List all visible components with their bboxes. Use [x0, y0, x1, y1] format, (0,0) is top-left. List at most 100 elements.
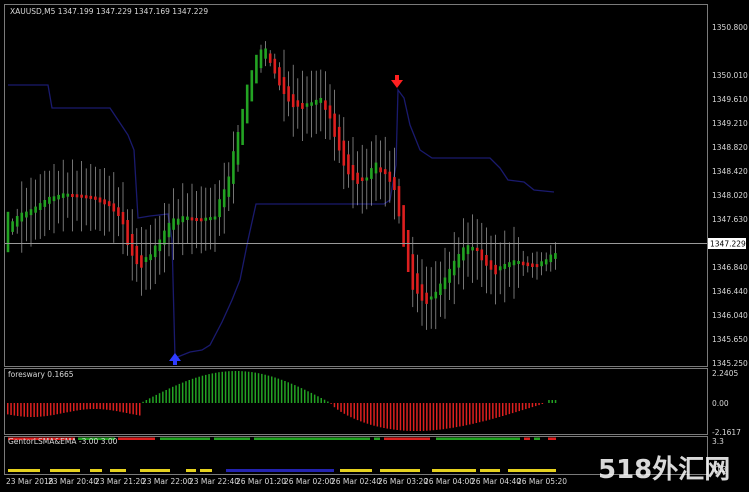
histogram-bar — [195, 377, 197, 403]
svg-text:1346.040: 1346.040 — [712, 311, 748, 320]
candle-body — [549, 254, 553, 263]
histogram-bar — [350, 403, 352, 418]
candle-body — [314, 99, 318, 105]
signal-bottom-segment — [508, 469, 556, 472]
histogram-bar — [271, 376, 273, 403]
histogram-bar — [343, 403, 346, 414]
histogram-bar — [142, 401, 144, 403]
candle-body — [15, 216, 19, 227]
candle-body — [508, 262, 511, 268]
histogram-bar — [228, 371, 230, 403]
candle-body — [218, 199, 221, 218]
histogram-bar — [340, 403, 342, 412]
histogram-bar — [155, 394, 157, 403]
candle-body — [374, 162, 378, 174]
candle-body — [255, 54, 258, 84]
histogram-bar — [337, 403, 339, 410]
histogram-bar — [498, 403, 501, 417]
candle-body — [98, 197, 102, 203]
histogram-bar — [528, 403, 530, 409]
candle-body — [190, 217, 194, 221]
candles — [6, 41, 557, 330]
svg-text:1346.840: 1346.840 — [712, 263, 748, 272]
candle-body — [57, 194, 60, 200]
candle-body — [452, 260, 456, 276]
histogram-bar — [201, 375, 204, 403]
histogram-bar — [373, 403, 375, 426]
histogram-bar — [102, 403, 105, 410]
candle-body — [213, 216, 217, 220]
histogram-bar — [221, 371, 223, 403]
histogram-bar — [393, 403, 395, 430]
histogram-bar — [10, 403, 12, 415]
signal-bottom-segment — [432, 469, 476, 472]
histogram-bar — [188, 380, 190, 403]
histogram-bar — [238, 371, 240, 403]
histogram-bar — [96, 403, 98, 409]
svg-text:23 Mar 22:00: 23 Mar 22:00 — [142, 477, 192, 486]
histogram-bar — [280, 379, 283, 403]
histogram-bar — [261, 373, 263, 403]
histogram-bar — [502, 403, 504, 416]
candle-body — [351, 165, 355, 181]
signal-bottom-segment — [186, 469, 196, 472]
histogram-bar — [409, 403, 412, 431]
signal-top-segment — [524, 437, 530, 440]
candle-body — [222, 189, 226, 208]
candle-body — [328, 105, 332, 119]
candle-body — [167, 222, 171, 238]
candle-body — [448, 268, 451, 283]
histogram-bar — [264, 374, 266, 403]
candle-body — [324, 100, 327, 110]
signal-top-segment — [118, 437, 155, 440]
histogram-bar — [439, 403, 441, 430]
histogram-bar — [284, 381, 286, 403]
histogram-bar — [327, 401, 329, 403]
histogram-bar — [23, 403, 25, 417]
histogram-bar — [112, 403, 115, 411]
histogram-bar — [185, 381, 187, 403]
histogram-bar — [63, 403, 65, 413]
histogram-bar — [548, 400, 550, 403]
buy-arrow-icon — [169, 353, 181, 365]
candle-body — [176, 218, 180, 225]
histogram-bar — [162, 391, 164, 403]
histogram-bar — [53, 403, 55, 415]
histogram-bar — [20, 403, 22, 417]
histogram-bar — [294, 385, 296, 403]
histogram-bar — [429, 403, 431, 431]
signal-top-segment — [534, 437, 540, 440]
svg-text:3.3: 3.3 — [712, 437, 724, 446]
candle-body — [402, 205, 405, 247]
signal-bottom-segment — [8, 469, 40, 472]
candle-body — [554, 253, 557, 259]
candle-body — [121, 212, 125, 225]
symbol-info: XAUUSD,M5 1347.199 1347.229 1347.169 134… — [10, 7, 208, 16]
candle-body — [241, 108, 244, 145]
histogram-bar — [49, 403, 52, 416]
candle-body — [443, 277, 447, 290]
candle-body — [130, 234, 134, 256]
histogram-bar — [244, 371, 247, 403]
candle-body — [199, 218, 203, 222]
candle-body — [475, 247, 479, 251]
histogram-bar — [304, 389, 306, 403]
candle-body — [135, 245, 139, 265]
histogram-bar — [485, 403, 487, 421]
histogram-bar — [482, 403, 484, 422]
candle-body — [268, 53, 272, 63]
histogram-bar — [389, 403, 392, 430]
histogram-bar — [531, 403, 534, 408]
candle-body — [84, 195, 88, 199]
svg-text:-2.1617: -2.1617 — [712, 428, 741, 437]
signal-top-segment — [214, 437, 250, 440]
candle-body — [153, 245, 157, 258]
histogram-bar — [16, 403, 19, 416]
candle-body — [457, 254, 461, 268]
signal-bottom-segment — [226, 469, 300, 472]
histogram-bar — [277, 378, 280, 403]
histogram-bar — [455, 403, 458, 428]
histogram-bar — [132, 403, 134, 415]
trading-chart[interactable]: 1347.229 XAUUSD,M5 1347.199 1347.229 134… — [0, 0, 749, 492]
candle-body — [94, 196, 97, 200]
